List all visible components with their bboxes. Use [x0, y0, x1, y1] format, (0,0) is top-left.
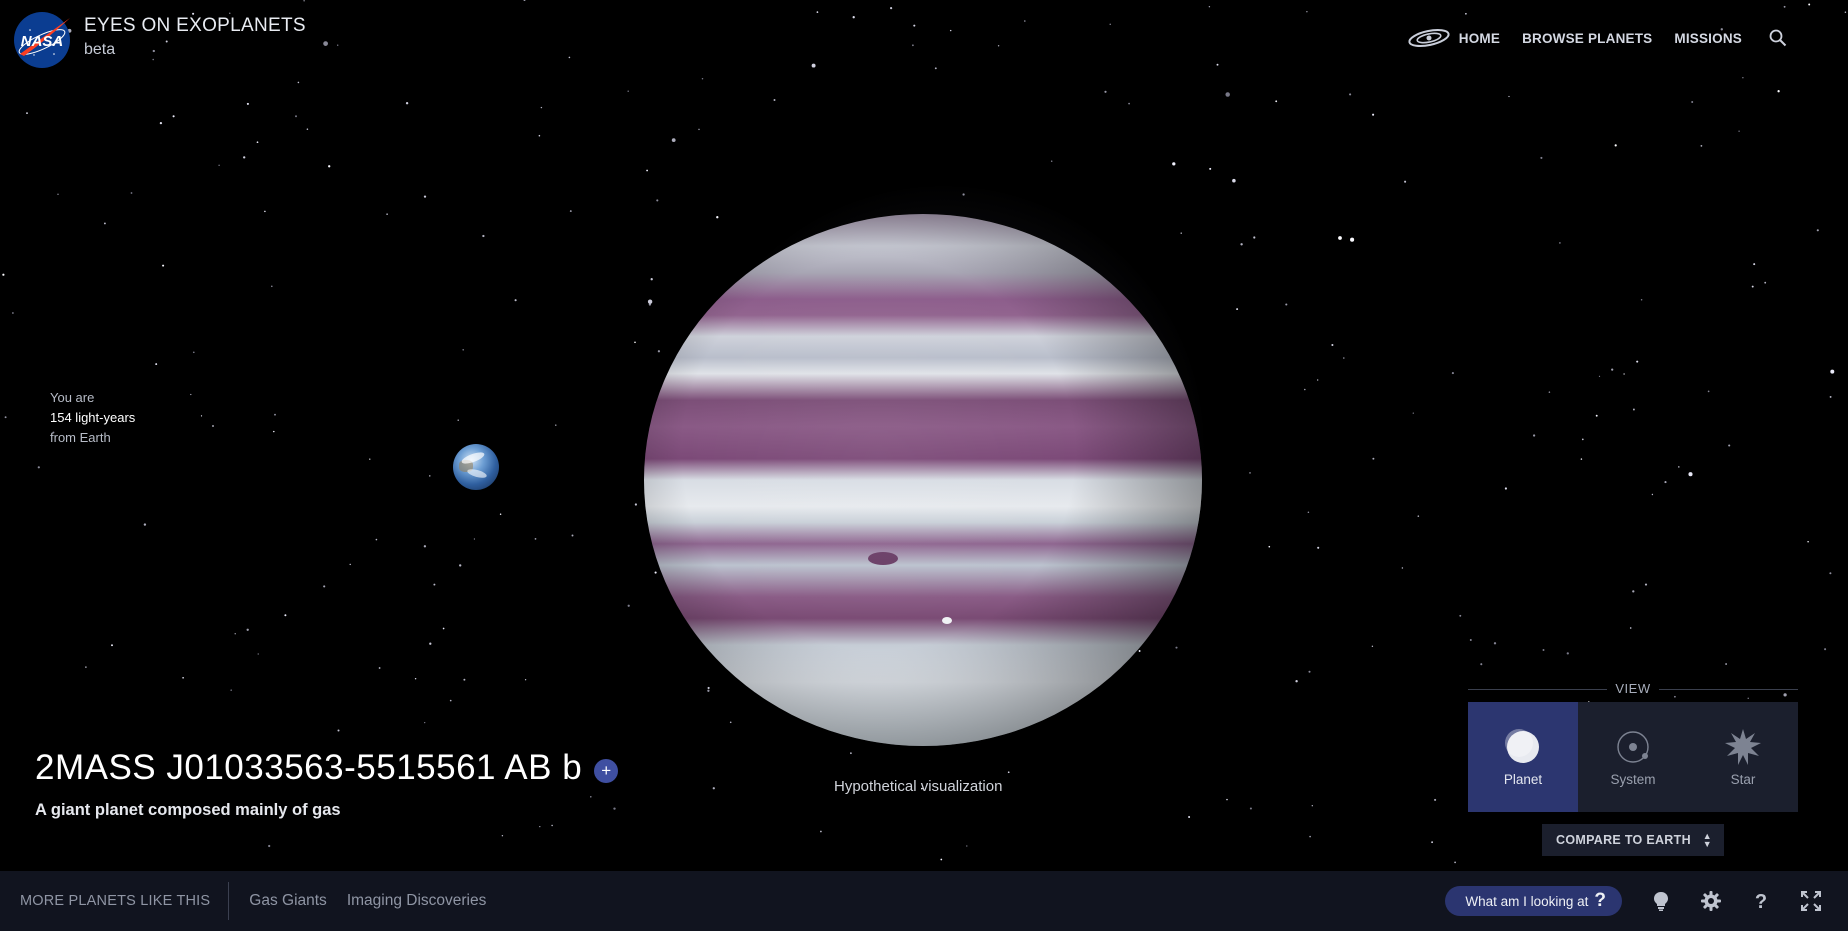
question-mark-icon: ?	[1594, 890, 1606, 911]
view-header: VIEW	[1468, 680, 1798, 698]
fullscreen-icon[interactable]	[1800, 890, 1822, 912]
distance-prefix: You are	[50, 390, 95, 405]
more-planets-label: MORE PLANETS LIKE THIS	[20, 893, 211, 909]
link-gas-giants[interactable]: Gas Giants	[249, 892, 327, 910]
compare-to-earth-select[interactable]: COMPARE TO EARTH ▲ ▼	[1542, 824, 1724, 856]
search-icon[interactable]	[1768, 28, 1788, 48]
view-planet-button[interactable]: Planet	[1468, 702, 1578, 812]
footer-bar: MORE PLANETS LIKE THIS Gas Giants Imagin…	[0, 871, 1848, 931]
planet-render[interactable]	[644, 186, 1204, 746]
lightbulb-icon[interactable]	[1650, 890, 1672, 912]
distance-readout: You are 154 light-years from Earth	[50, 388, 135, 448]
nav-home[interactable]: HOME	[1459, 31, 1500, 46]
help-icon[interactable]: ?	[1750, 890, 1772, 912]
distance-suffix: from Earth	[50, 430, 111, 445]
svg-text:?: ?	[1755, 891, 1767, 912]
visualization-note: Hypothetical visualization	[834, 778, 1003, 795]
view-title: VIEW	[1607, 681, 1659, 696]
nasa-logo[interactable]: NASA	[12, 10, 72, 70]
view-system-button[interactable]: System	[1578, 702, 1688, 812]
planet-description: A giant planet composed mainly of gas	[35, 801, 341, 819]
distance-value: 154 light-years	[50, 410, 136, 425]
planet-name: 2MASS J01033563-5515561 AB b	[35, 748, 583, 787]
nav-missions[interactable]: MISSIONS	[1674, 31, 1742, 46]
what-am-i-looking-at-button[interactable]: What am I looking at ?	[1445, 886, 1622, 916]
planet-title-row: 2MASS J01033563-5515561 AB b +	[35, 748, 619, 788]
galaxy-icon[interactable]	[1407, 26, 1451, 50]
app-subtitle: beta	[84, 41, 116, 58]
planet-icon	[1505, 728, 1539, 763]
nav-browse-planets[interactable]: BROWSE PLANETS	[1522, 31, 1652, 46]
add-details-button[interactable]: +	[594, 759, 619, 783]
brand: NASA EYES ON EXOPLANETS beta	[12, 10, 306, 70]
star-icon	[1725, 728, 1761, 765]
view-system-label: System	[1610, 771, 1656, 787]
view-planet-label: Planet	[1503, 771, 1543, 787]
top-navigation: HOME BROWSE PLANETS MISSIONS	[1407, 26, 1788, 50]
view-panel: VIEW Planet System Star	[1468, 680, 1798, 812]
link-imaging-discoveries[interactable]: Imaging Discoveries	[347, 892, 487, 910]
system-orbit-icon	[1617, 730, 1649, 763]
footer-divider	[228, 882, 230, 920]
compare-label: COMPARE TO EARTH	[1556, 833, 1691, 847]
earth-image[interactable]	[453, 444, 499, 490]
what-label: What am I looking at	[1465, 893, 1589, 909]
app-title: EYES ON EXOPLANETS	[84, 15, 306, 36]
settings-gear-icon[interactable]	[1700, 890, 1722, 912]
svg-text:NASA: NASA	[21, 33, 64, 50]
view-star-label: Star	[1730, 771, 1756, 787]
up-down-arrows-icon: ▲ ▼	[1702, 831, 1712, 849]
view-star-button[interactable]: Star	[1688, 702, 1798, 812]
